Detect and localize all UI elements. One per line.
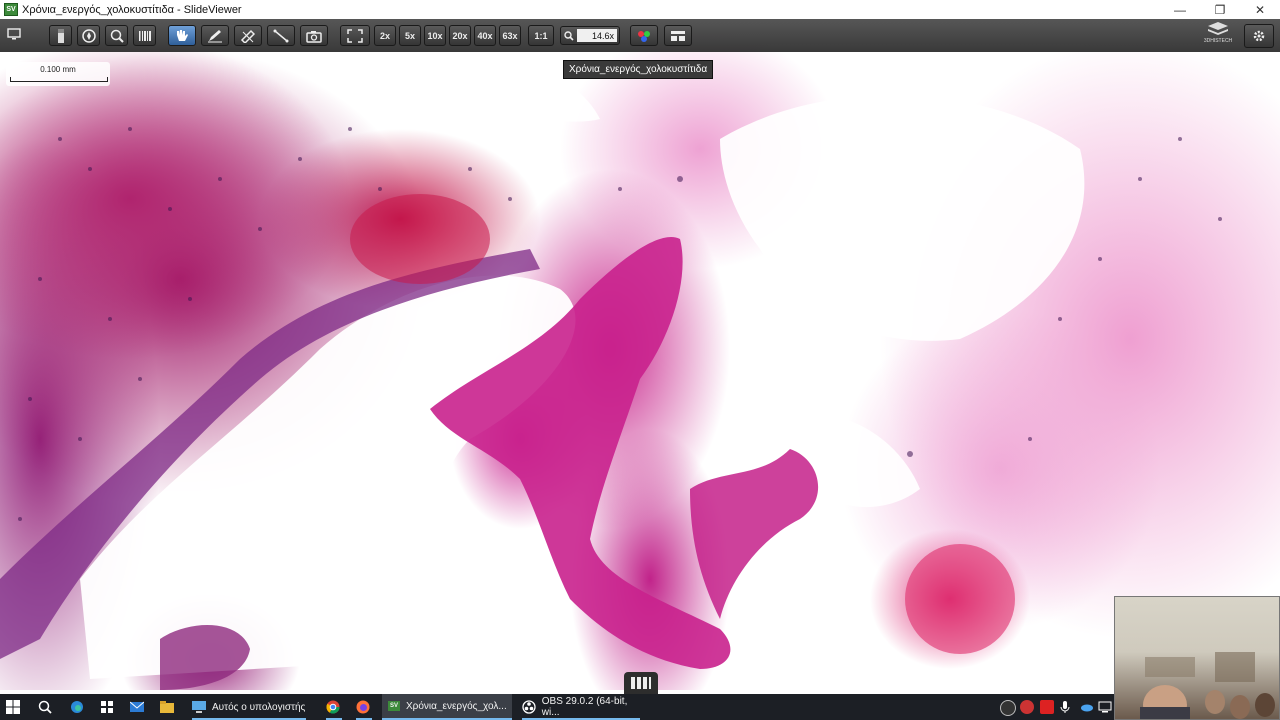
brand-logo: 3DHISTECH: [1198, 21, 1238, 51]
taskbar-app-label: Χρόνια_ενεργός_χολ...: [406, 700, 507, 712]
taskbar-app-firefox[interactable]: [350, 694, 378, 720]
edge-icon[interactable]: [70, 694, 86, 720]
taskbar-app-chrome[interactable]: [320, 694, 348, 720]
mag-40x-button[interactable]: 40x: [474, 25, 496, 46]
measure-icon[interactable]: [267, 25, 295, 46]
search-icon[interactable]: [38, 694, 54, 720]
mag-5x-button[interactable]: 5x: [399, 25, 421, 46]
magnifier-icon[interactable]: [105, 25, 128, 46]
restore-icon[interactable]: ❐: [1200, 0, 1240, 19]
zoom-search-icon: [564, 31, 574, 41]
chrome-icon: [326, 700, 340, 714]
color-adjust-icon[interactable]: [630, 25, 658, 46]
microphone-icon[interactable]: [1060, 694, 1072, 720]
obs-icon: [522, 700, 536, 714]
app-tray-icon-1[interactable]: [1020, 700, 1034, 714]
camera-icon[interactable]: [300, 25, 328, 46]
fit-screen-icon[interactable]: [340, 25, 370, 46]
pen-icon[interactable]: [201, 25, 229, 46]
close-icon[interactable]: ✕: [1240, 0, 1280, 19]
taskbar-app-this-pc[interactable]: Αυτός ο υπολογιστής: [186, 694, 312, 720]
navigator-icon[interactable]: [77, 25, 100, 46]
app-tray-icon-2[interactable]: [1040, 700, 1054, 714]
taskbar-app-slideviewer[interactable]: SV Χρόνια_ενεργός_χολ...: [382, 694, 512, 720]
taskbar-app-obs[interactable]: OBS 29.0.2 (64-bit, wi...: [516, 694, 646, 720]
store-icon[interactable]: [100, 694, 116, 720]
network-icon[interactable]: [1098, 694, 1112, 720]
tissue-image: [0, 57, 1222, 690]
brand-name: 3DHISTECH: [1203, 38, 1233, 44]
windows-taskbar: Αυτός ο υπολογιστής SV Χρόνια_ενεργός_χο…: [0, 694, 1114, 720]
explorer-icon[interactable]: [160, 694, 176, 720]
window-titlebar: SV Χρόνια_ενεργός_χολοκυστίτιδα - SlideV…: [0, 0, 1280, 19]
scale-bar: 0.100 mm: [6, 62, 110, 86]
mag-1-1-button[interactable]: 1:1: [528, 25, 554, 46]
layout-icon[interactable]: [664, 25, 692, 46]
cloud-icon[interactable]: [1080, 694, 1094, 720]
taskbar-app-label: OBS 29.0.2 (64-bit, wi...: [541, 696, 628, 718]
mail-icon[interactable]: [130, 694, 146, 720]
panel-handle-icon[interactable]: [624, 672, 658, 694]
window-title: Χρόνια_ενεργός_χολοκυστίτιδα - SlideView…: [22, 3, 242, 16]
monitor-icon[interactable]: [2, 23, 26, 44]
slideviewer-icon: SV: [388, 701, 400, 711]
zoom-control: [560, 26, 620, 45]
minimize-icon[interactable]: —: [1160, 0, 1200, 19]
computer-icon: [192, 701, 206, 713]
webcam-overlay: [1114, 596, 1280, 720]
obs-tray-icon[interactable]: [1000, 700, 1016, 716]
pan-hand-icon[interactable]: [168, 25, 196, 46]
slide-holder-icon[interactable]: [49, 25, 72, 46]
slide-viewport[interactable]: [0, 19, 1280, 690]
slideviewer-app-icon: SV: [4, 3, 18, 16]
taskbar-app-label: Αυτός ο υπολογιστής: [212, 701, 306, 713]
mag-63x-button[interactable]: 63x: [499, 25, 521, 46]
settings-icon[interactable]: [1244, 24, 1274, 48]
scale-bar-line: [10, 77, 108, 82]
barcode-icon[interactable]: [133, 25, 156, 46]
mag-2x-button[interactable]: 2x: [374, 25, 396, 46]
zoom-input[interactable]: [577, 29, 617, 42]
firefox-icon: [356, 700, 370, 714]
mag-20x-button[interactable]: 20x: [449, 25, 471, 46]
windows-icon[interactable]: [6, 694, 24, 720]
annotation-icon[interactable]: [234, 25, 262, 46]
slide-name-tooltip: Χρόνια_ενεργός_χολοκυστίτιδα: [563, 60, 714, 79]
scale-bar-label: 0.100 mm: [40, 65, 76, 74]
mag-10x-button[interactable]: 10x: [424, 25, 446, 46]
